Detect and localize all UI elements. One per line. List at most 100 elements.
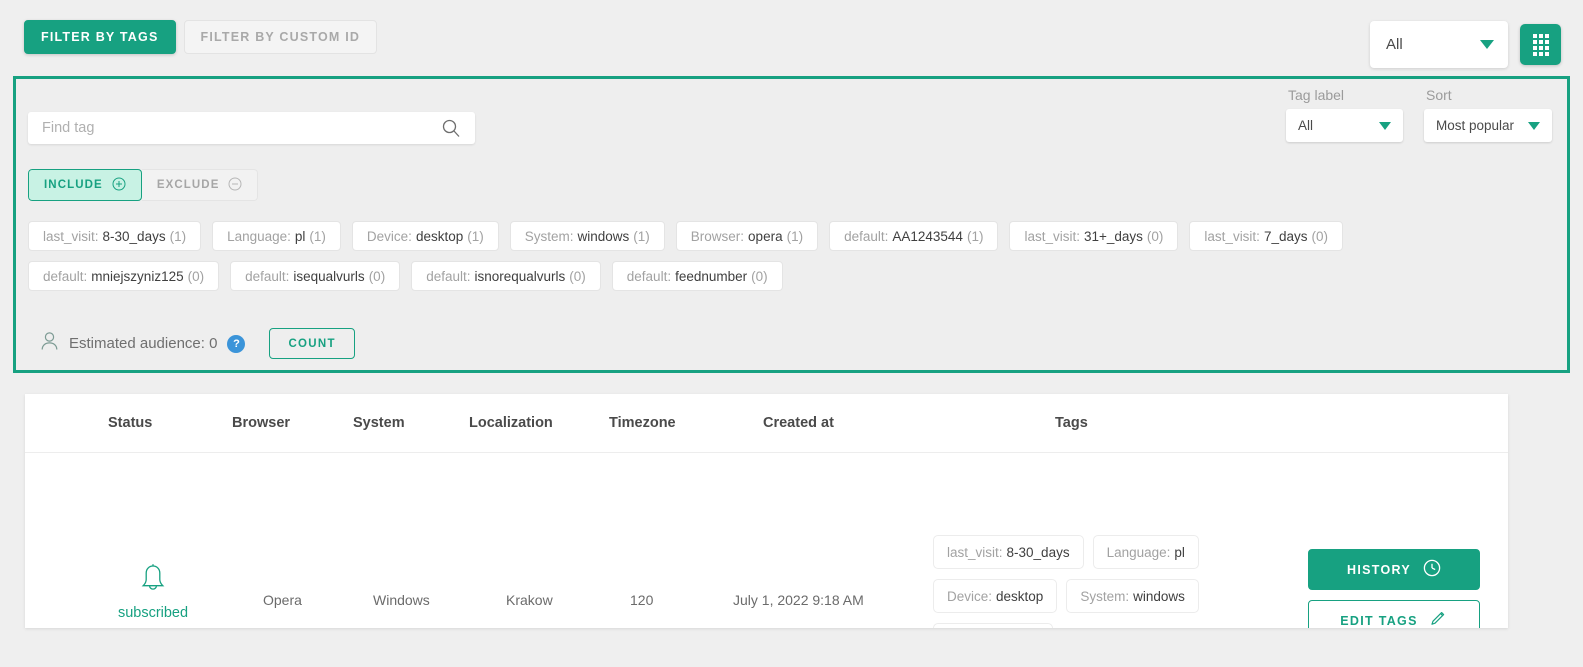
tag-chip[interactable]: default: mniejszyniz125 (0) <box>28 261 220 291</box>
status-filter-value: All <box>1386 36 1403 53</box>
tag-chip[interactable]: Device: desktop <box>933 579 1058 613</box>
column-header-browser: Browser <box>232 415 291 431</box>
tag-chip-value: opera <box>748 228 783 244</box>
table-row: subscribed Opera Windows Krakow 120 July… <box>25 453 1508 628</box>
tag-chip[interactable]: last_visit: 8-30_days (1) <box>28 221 202 251</box>
tag-label-select[interactable]: All <box>1286 109 1403 142</box>
table-header-row: Status Browser System Localization Timez… <box>25 394 1508 453</box>
tag-chip[interactable]: System: windows <box>1066 579 1199 613</box>
tag-chip-value: pl <box>294 228 306 244</box>
tag-label-field: Tag label All <box>1286 87 1403 142</box>
sort-caption: Sort <box>1426 87 1452 103</box>
exclude-label: EXCLUDE <box>156 179 220 191</box>
tag-chip[interactable]: Browser:opera <box>933 623 1053 628</box>
tag-chip-count: (1) <box>966 228 984 244</box>
chevron-down-icon <box>1379 121 1391 130</box>
tag-chip-value: 7_days <box>1263 228 1308 244</box>
tag-chip-key: default: <box>43 268 88 284</box>
tag-chip-key: last_visit: <box>1204 228 1260 244</box>
tag-chip-value: mniejszyniz125 <box>91 268 184 284</box>
count-button[interactable]: COUNT <box>269 328 355 359</box>
tag-chip-value: windows <box>1133 588 1185 604</box>
tag-chip-key: Browser: <box>690 228 745 244</box>
tag-label-value: All <box>1298 118 1314 133</box>
panel-select-group: Tag label All Sort Most popular <box>1286 87 1552 142</box>
tag-chip-value: windows <box>577 228 630 244</box>
include-button[interactable]: INCLUDE <box>28 169 142 201</box>
tag-chip[interactable]: System: windows (1) <box>509 221 665 251</box>
exclude-button[interactable]: EXCLUDE <box>141 169 259 201</box>
tag-chip[interactable]: default: feednumber (0) <box>611 261 783 291</box>
system-value: Windows <box>373 592 430 608</box>
tab-filter-by-tags[interactable]: FILTER BY TAGS <box>24 20 176 54</box>
sort-value: Most popular <box>1436 118 1515 133</box>
tag-chip[interactable]: default: AA1243544 (1) <box>829 221 999 251</box>
top-toolbar: FILTER BY TAGS FILTER BY CUSTOM ID All <box>0 0 1583 72</box>
tag-chip[interactable]: last_visit: 8-30_days <box>933 535 1084 569</box>
tag-chip-count: (1) <box>633 228 650 244</box>
tag-chip-count: (0) <box>1311 228 1329 244</box>
tag-chip-count: (0) <box>569 268 586 284</box>
tag-chip-key: System: <box>1080 588 1130 604</box>
help-badge-icon[interactable]: ? <box>227 334 246 353</box>
history-button[interactable]: HISTORY <box>1308 549 1480 590</box>
tag-chip-count: (1) <box>309 228 326 244</box>
tag-chip-count: (0) <box>187 268 205 284</box>
tag-chip[interactable]: Language: pl <box>1092 535 1199 569</box>
column-header-status: Status <box>108 415 153 431</box>
chevron-down-icon <box>1528 121 1540 130</box>
status-filter-select[interactable]: All <box>1370 21 1508 68</box>
plus-circle-icon <box>112 177 126 194</box>
column-header-tags: Tags <box>1055 415 1088 431</box>
row-actions: HISTORY EDIT TAGS <box>1308 549 1480 628</box>
row-tag-list: last_visit: 8-30_days Language: pl Device: de… <box>933 535 1208 628</box>
tag-chip-value: isnorequalvurls <box>474 268 566 284</box>
tag-chip[interactable]: Language: pl (1) <box>212 221 341 251</box>
pencil-icon <box>1430 610 1448 628</box>
tag-chip-value: desktop <box>415 228 464 244</box>
history-label: HISTORY <box>1347 562 1411 577</box>
tag-chip-key: last_visit: <box>43 228 99 244</box>
include-exclude-toggle: INCLUDE EXCLUDE <box>28 169 259 201</box>
tag-chip-key: default: <box>844 228 889 244</box>
edit-tags-button[interactable]: EDIT TAGS <box>1308 600 1480 628</box>
tag-chip-value: 8-30_days <box>102 228 166 244</box>
tag-chip[interactable]: last_visit: 7_days (0) <box>1189 221 1343 251</box>
created-at-value: July 1, 2022 9:18 AM <box>733 592 864 608</box>
grid-view-button[interactable] <box>1520 24 1561 65</box>
filter-mode-tabs: FILTER BY TAGS FILTER BY CUSTOM ID <box>24 20 378 54</box>
grid-view-icon <box>1532 33 1549 56</box>
tag-chip-value: desktop <box>996 588 1044 604</box>
status-cell: subscribed <box>103 563 203 622</box>
tag-label-caption: Tag label <box>1288 87 1345 103</box>
tag-chip-count: (1) <box>467 228 484 244</box>
tag-chip-count: (0) <box>751 268 768 284</box>
find-tag-search <box>28 112 475 144</box>
sort-select[interactable]: Most popular <box>1424 109 1552 142</box>
bell-icon <box>103 563 203 600</box>
tag-chip-value: AA1243544 <box>892 228 963 244</box>
edit-tags-label: EDIT TAGS <box>1340 613 1418 628</box>
tag-chip-value: feednumber <box>675 268 748 284</box>
tag-chip-key: Device: <box>947 588 993 604</box>
tag-chip-key: default: <box>626 268 672 284</box>
tag-chip-list: last_visit: 8-30_days (1) Language: pl (1) Dev… <box>28 221 1423 291</box>
tag-chip-key: System: <box>524 228 574 244</box>
tag-chip[interactable]: Device: desktop (1) <box>351 221 499 251</box>
tag-chip-count: (1) <box>169 228 187 244</box>
column-header-localization: Localization <box>469 415 553 431</box>
search-input[interactable] <box>28 119 434 137</box>
tag-chip-value: pl <box>1174 544 1185 560</box>
tag-chip-key: last_visit: <box>1024 228 1080 244</box>
tag-chip-count: (0) <box>368 268 386 284</box>
search-icon[interactable] <box>441 118 461 143</box>
tag-chip-count: (1) <box>786 228 804 244</box>
tag-chip[interactable]: last_visit: 31+_days (0) <box>1009 221 1179 251</box>
tab-filter-by-custom-id[interactable]: FILTER BY CUSTOM ID <box>183 20 378 54</box>
tag-chip[interactable]: default: isnorequalvurls (0) <box>411 261 601 291</box>
tag-chip[interactable]: default: isequalvurls (0) <box>230 261 401 291</box>
tag-chip[interactable]: Browser: opera (1) <box>675 221 819 251</box>
column-header-system: System <box>353 415 405 431</box>
tag-chip-key: default: <box>426 268 471 284</box>
tag-chip-count: (0) <box>1146 228 1164 244</box>
